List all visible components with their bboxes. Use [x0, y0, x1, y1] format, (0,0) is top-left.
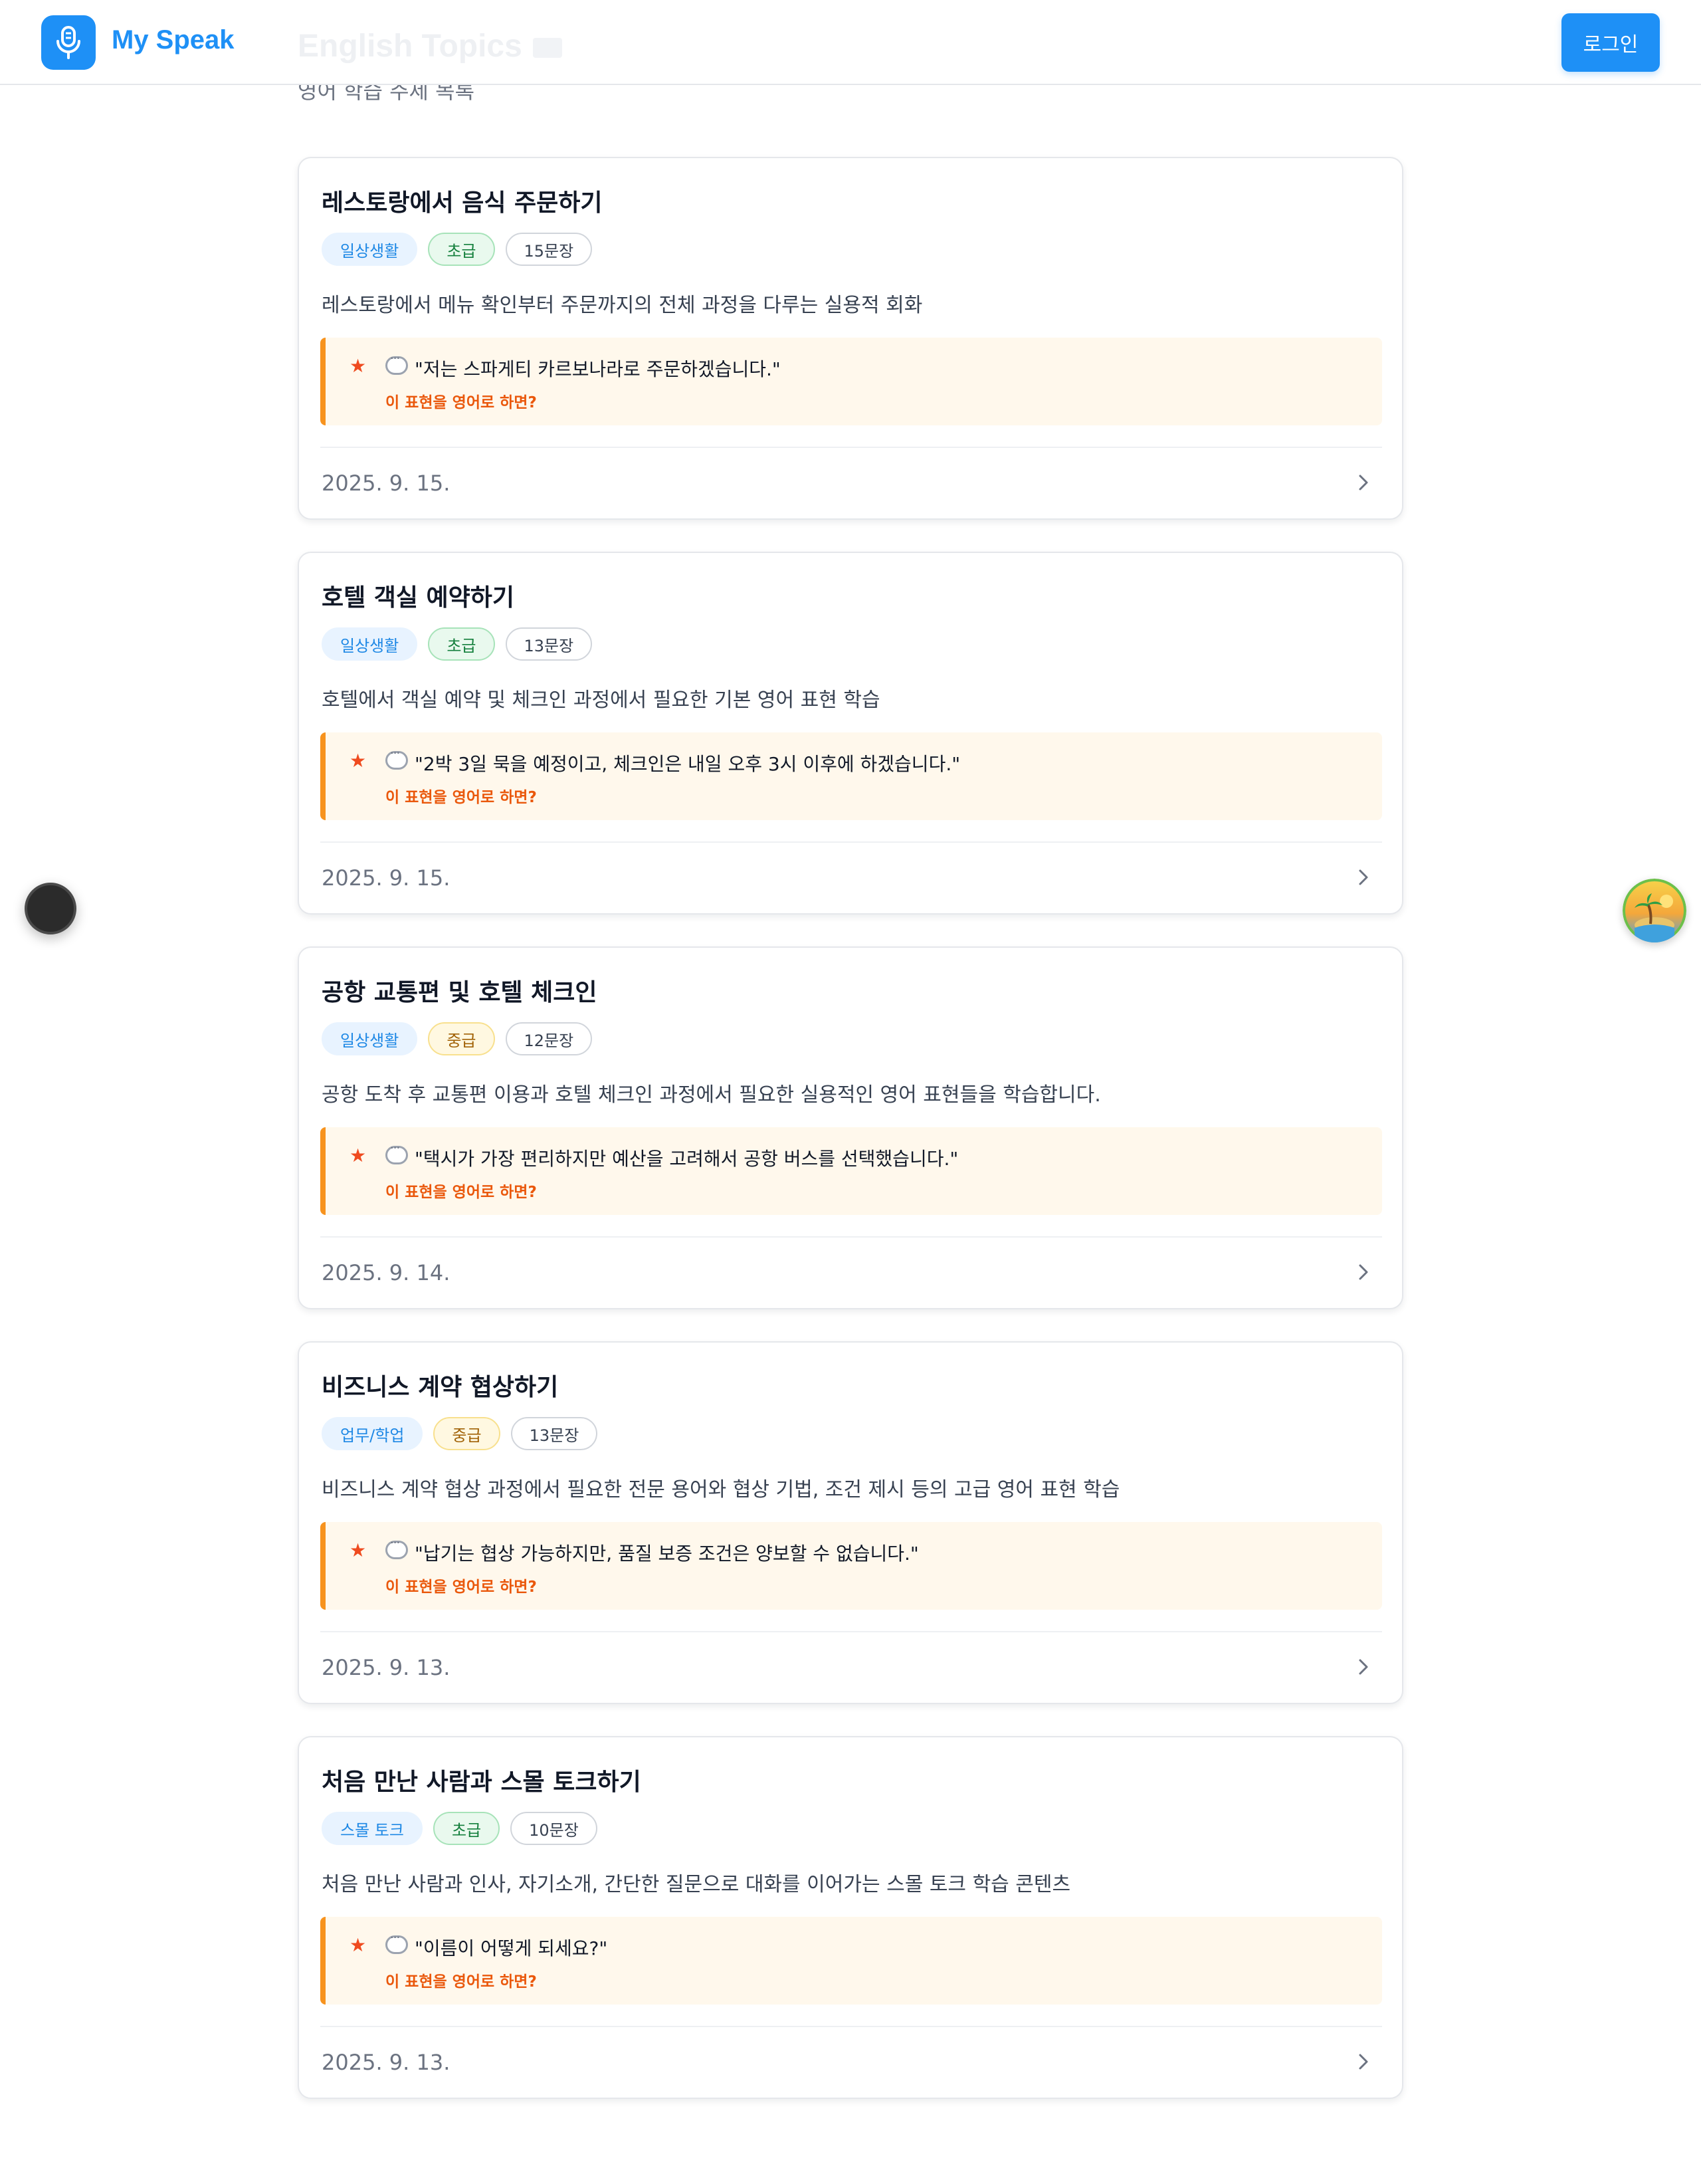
star-icon: ★: [350, 1539, 367, 1561]
quote-hint: 이 표현을 영어로 하면?: [385, 394, 537, 411]
quote-hint: 이 표현을 영어로 하면?: [385, 789, 537, 806]
topic-list: 레스토랑에서 음식 주문하기 일상생활 초급 15문장 레스토랑에서 메뉴 확인…: [298, 157, 1403, 2131]
chevron-right-icon[interactable]: [1350, 1654, 1377, 1680]
topic-description: 레스토랑에서 메뉴 확인부터 주문까지의 전체 과정을 다루는 실용적 회화: [322, 294, 923, 317]
category-tag: 스몰 토크: [322, 1812, 423, 1845]
island-avatar-icon[interactable]: [1623, 879, 1686, 942]
quote-box: ★ "택시가 가장 편리하지만 예산을 고려해서 공항 버스를 선택했습니다."…: [320, 1127, 1382, 1215]
quote-box: ★ "납기는 협상 가능하지만, 품질 보증 조건은 양보할 수 없습니다." …: [320, 1522, 1382, 1610]
quote-hint: 이 표현을 영어로 하면?: [385, 1184, 537, 1201]
level-tag: 초급: [428, 233, 495, 266]
speech-bubble-icon: [385, 1536, 408, 1559]
topic-card[interactable]: 공항 교통편 및 호텔 체크인 일상생활 중급 12문장 공항 도착 후 교통편…: [298, 946, 1403, 1309]
topic-description: 호텔에서 객실 예약 및 체크인 과정에서 필요한 기본 영어 표현 학습: [322, 689, 880, 712]
category-tag: 일상생활: [322, 1022, 418, 1055]
tag-group: 일상생활 초급 13문장: [322, 627, 593, 661]
star-icon: ★: [350, 355, 367, 377]
speech-bubble-icon: [385, 1141, 408, 1164]
login-button[interactable]: 로그인: [1561, 13, 1660, 72]
microphone-icon[interactable]: [41, 15, 96, 70]
chevron-right-icon[interactable]: [1350, 864, 1377, 891]
star-icon: ★: [350, 750, 367, 772]
topic-description: 비즈니스 계약 협상 과정에서 필요한 전문 용어와 협상 기법, 조건 제시 …: [322, 1478, 1120, 1501]
topic-description: 공항 도착 후 교통편 이용과 호텔 체크인 과정에서 필요한 실용적인 영어 …: [322, 1083, 1101, 1107]
quote-text: "저는 스파게티 카르보나라로 주문하겠습니다.": [415, 358, 781, 380]
topic-title: 호텔 객실 예약하기: [322, 584, 515, 611]
star-icon: ★: [350, 1934, 367, 1956]
card-divider: [320, 447, 1382, 448]
star-icon: ★: [350, 1145, 367, 1166]
level-tag: 초급: [428, 627, 495, 661]
quote-text: "택시가 가장 편리하지만 예산을 고려해서 공항 버스를 선택했습니다.": [415, 1148, 959, 1170]
category-tag: 일상생활: [322, 233, 418, 266]
quote-text: "2박 3일 묵을 예정이고, 체크인은 내일 오후 3시 이후에 하겠습니다.…: [415, 753, 961, 775]
sentence-count-tag: 13문장: [510, 1417, 598, 1450]
topic-description: 처음 만난 사람과 인사, 자기소개, 간단한 질문으로 대화를 이어가는 스몰…: [322, 1873, 1071, 1896]
speech-bubble-icon: [385, 1931, 408, 1954]
card-divider: [320, 1631, 1382, 1632]
card-divider: [320, 1236, 1382, 1238]
topic-card[interactable]: 레스토랑에서 음식 주문하기 일상생활 초급 15문장 레스토랑에서 메뉴 확인…: [298, 157, 1403, 520]
topic-card[interactable]: 호텔 객실 예약하기 일상생활 초급 13문장 호텔에서 객실 예약 및 체크인…: [298, 552, 1403, 915]
sentence-count-tag: 13문장: [505, 627, 593, 661]
level-tag: 초급: [433, 1812, 500, 1845]
page-title: English Topics: [298, 28, 562, 64]
quote-text: "납기는 협상 가능하지만, 품질 보증 조건은 양보할 수 없습니다.": [415, 1543, 919, 1565]
tag-group: 스몰 토크 초급 10문장: [322, 1812, 597, 1845]
quote-box: ★ "2박 3일 묵을 예정이고, 체크인은 내일 오후 3시 이후에 하겠습니…: [320, 732, 1382, 820]
top-header: My Speak 로그인: [0, 0, 1701, 85]
topic-title: 처음 만난 사람과 스몰 토크하기: [322, 1769, 641, 1796]
topic-card[interactable]: 비즈니스 계약 협상하기 업무/학업 중급 13문장 비즈니스 계약 협상 과정…: [298, 1341, 1403, 1704]
quote-text: "이름이 어떻게 되세요?": [415, 1937, 608, 1959]
quote-box: ★ "저는 스파게티 카르보나라로 주문하겠습니다." 이 표현을 영어로 하면…: [320, 338, 1382, 425]
sentence-count-tag: 12문장: [505, 1022, 593, 1055]
tag-group: 업무/학업 중급 13문장: [322, 1417, 598, 1450]
topic-date: 2025. 9. 14.: [322, 1260, 450, 1285]
tag-group: 일상생활 중급 12문장: [322, 1022, 593, 1055]
quote-hint: 이 표현을 영어로 하면?: [385, 1579, 537, 1596]
floating-record-button[interactable]: [25, 883, 76, 934]
page-title-text: English Topics: [298, 29, 522, 64]
quote-box: ★ "이름이 어떻게 되세요?" 이 표현을 영어로 하면?: [320, 1917, 1382, 2005]
card-divider: [320, 2026, 1382, 2027]
chevron-right-icon[interactable]: [1350, 2048, 1377, 2075]
chevron-right-icon[interactable]: [1350, 1259, 1377, 1285]
card-divider: [320, 841, 1382, 843]
topic-title: 레스토랑에서 음식 주문하기: [322, 189, 603, 217]
topic-date: 2025. 9. 15.: [322, 865, 450, 891]
topic-title: 비즈니스 계약 협상하기: [322, 1374, 559, 1401]
speech-bubble-icon: [385, 352, 408, 375]
chevron-right-icon[interactable]: [1350, 469, 1377, 496]
topic-date: 2025. 9. 13.: [322, 2050, 450, 2075]
speech-bubble-icon: [385, 746, 408, 770]
flag-icon: [532, 38, 562, 58]
sentence-count-tag: 15문장: [505, 233, 593, 266]
topic-date: 2025. 9. 13.: [322, 1655, 450, 1680]
topic-date: 2025. 9. 15.: [322, 471, 450, 496]
topic-title: 공항 교통편 및 호텔 체크인: [322, 979, 597, 1006]
level-tag: 중급: [428, 1022, 495, 1055]
brand-name[interactable]: My Speak: [112, 25, 235, 55]
category-tag: 일상생활: [322, 627, 418, 661]
category-tag: 업무/학업: [322, 1417, 423, 1450]
quote-hint: 이 표현을 영어로 하면?: [385, 1973, 537, 1991]
sentence-count-tag: 10문장: [510, 1812, 597, 1845]
level-tag: 중급: [433, 1417, 500, 1450]
tag-group: 일상생활 초급 15문장: [322, 233, 593, 266]
topic-card[interactable]: 처음 만난 사람과 스몰 토크하기 스몰 토크 초급 10문장 처음 만난 사람…: [298, 1736, 1403, 2099]
